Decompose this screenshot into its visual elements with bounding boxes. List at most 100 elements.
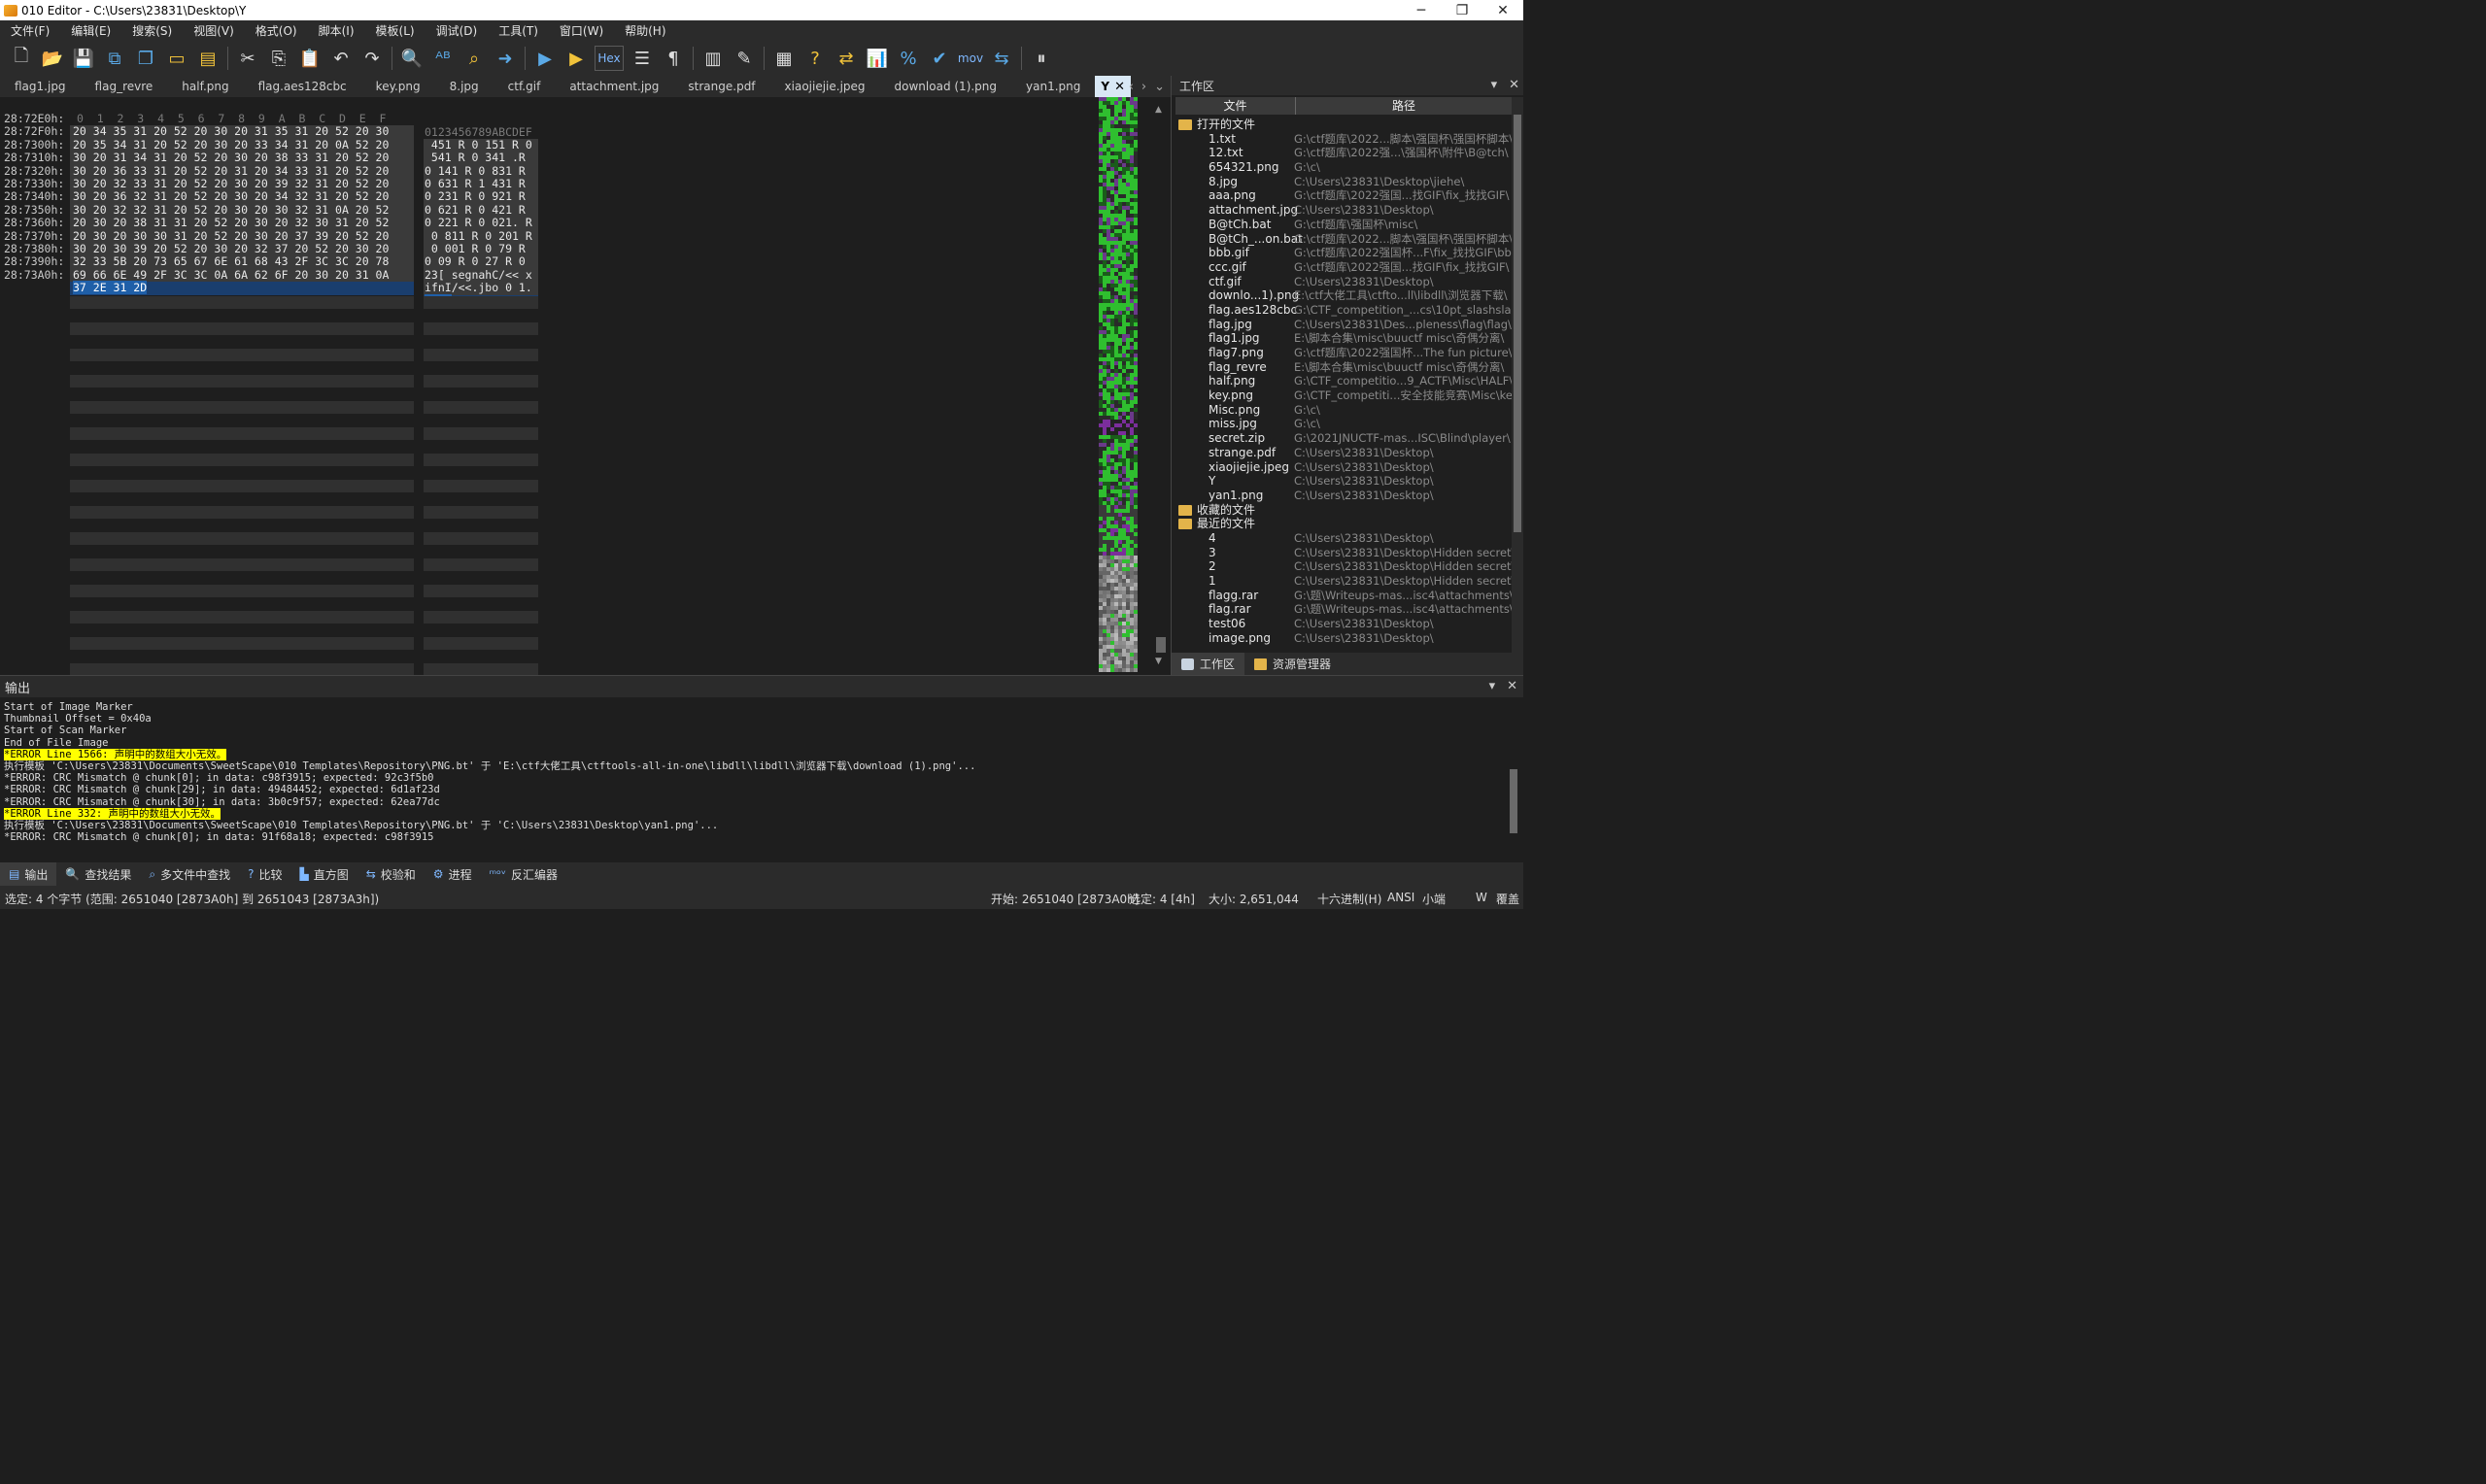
- hex-bytes[interactable]: 30 20 36 32 31 20 52 20 30 20 34 32 31 2…: [70, 189, 414, 204]
- status-write-mode[interactable]: W: [1476, 891, 1487, 904]
- close-tab-icon[interactable]: ✕: [1114, 80, 1125, 94]
- hex-row[interactable]: 28:72E0h: 20 34 35 31 20 52 20 30 20 31 …: [0, 112, 538, 152]
- bottom-tab-output[interactable]: ▤ 输出: [0, 862, 57, 886]
- scroll-thumb[interactable]: [1510, 769, 1517, 833]
- save-all-icon[interactable]: ❐: [130, 45, 161, 72]
- tab-key-png[interactable]: key.png: [361, 76, 435, 97]
- new-file-icon[interactable]: 🗋: [6, 45, 37, 72]
- output-dropdown-icon[interactable]: ▾: [1489, 679, 1496, 693]
- output-close-icon[interactable]: ✕: [1507, 679, 1517, 693]
- maximize-button[interactable]: ❐: [1442, 0, 1482, 20]
- ascii-text[interactable]: ifnI/<<.jbo 0 1.: [424, 281, 538, 295]
- hex-row[interactable]: 28:7350h: 20 30 20 38 31 31 20 52 20 30 …: [0, 203, 538, 244]
- pause-icon[interactable]: ⏸: [1026, 45, 1057, 72]
- workspace-file-item[interactable]: flag_revre E:\脚本合集\misc\buuctf misc\奇偶分离\: [1175, 360, 1512, 375]
- compare-icon[interactable]: ⇄: [831, 45, 862, 72]
- run-template-icon[interactable]: ▶: [561, 45, 592, 72]
- ascii-text[interactable]: 0 221 R 0 021. R: [424, 216, 538, 230]
- goto-icon[interactable]: ➜: [490, 45, 521, 72]
- workspace-file-item[interactable]: 654321.png G:\c\: [1175, 160, 1512, 175]
- tab-yan1-png[interactable]: yan1.png: [1011, 76, 1095, 97]
- output-scrollbar[interactable]: [1508, 699, 1519, 859]
- workspace-file-item[interactable]: flag.jpg C:\Users\23831\Des...pleness\fla…: [1175, 318, 1512, 332]
- bottom-tab-find-in-files[interactable]: ⌕ 多文件中查找: [140, 862, 239, 886]
- scroll-thumb[interactable]: [1156, 637, 1166, 653]
- ascii-text[interactable]: 0 001 R 0 79 R: [424, 242, 538, 256]
- menu-debug[interactable]: 调试(D): [431, 22, 478, 39]
- pilcrow-icon[interactable]: ¶: [658, 45, 689, 72]
- workspace-file-item[interactable]: aaa.png G:\ctf题库\2022强国...找GIF\fix_找找GIF\: [1175, 188, 1512, 203]
- workspace-file-item[interactable]: flag1.jpg E:\脚本合集\misc\buuctf misc\奇偶分离\: [1175, 331, 1512, 346]
- redo-icon[interactable]: ↷: [357, 45, 388, 72]
- hex-bytes[interactable]: 37 2E 31 2D: [70, 281, 414, 295]
- undo-icon[interactable]: ↶: [325, 45, 357, 72]
- replace-icon[interactable]: ᴬᴮ: [427, 45, 459, 72]
- hex-row[interactable]: 28:7390h: 69 66 6E 49 2F 3C 3C 0A 6A 62 …: [0, 254, 538, 295]
- ascii-text[interactable]: 0 811 R 0 201 R: [424, 229, 538, 244]
- status-encoding[interactable]: ANSI: [1387, 891, 1414, 904]
- workspace-file-item[interactable]: Y C:\Users\23831\Desktop\: [1175, 474, 1512, 489]
- workspace-file-item[interactable]: flag.aes128cbc G:\CTF_competition_...cs\1…: [1175, 303, 1512, 318]
- workspace-file-item[interactable]: flagg.rar G:\题\Writeups-mas...isc4\attach…: [1175, 589, 1512, 603]
- workspace-file-item[interactable]: ccc.gif G:\ctf题库\2022强国...找GIF\fix_找找GIF\: [1175, 260, 1512, 275]
- workspace-file-item[interactable]: ctf.gif C:\Users\23831\Desktop\: [1175, 275, 1512, 289]
- hex-bytes[interactable]: 20 30 20 30 30 31 20 52 20 30 20 37 39 2…: [70, 229, 414, 243]
- workspace-file-item[interactable]: xiaojiejie.jpeg C:\Users\23831\Desktop\: [1175, 460, 1512, 475]
- cut-icon[interactable]: ✂: [232, 45, 263, 72]
- bottom-tab-checksum[interactable]: ⇆ 校验和: [358, 862, 425, 886]
- selected-bytes[interactable]: 37 2E 31 2D: [73, 281, 148, 295]
- hex-row[interactable]: 28:72F0h: 20 35 34 31 20 52 20 30 20 33 …: [0, 124, 538, 165]
- hex-bytes[interactable]: 20 30 20 38 31 31 20 52 20 30 20 32 30 3…: [70, 216, 414, 230]
- inspector-icon[interactable]: ?: [800, 45, 831, 72]
- scroll-down-icon[interactable]: ▼: [1155, 657, 1162, 666]
- run-script-icon[interactable]: ▶: [529, 45, 561, 72]
- text-mode-icon[interactable]: ☰: [627, 45, 658, 72]
- bottom-tab-disassembler[interactable]: ᵐᵒᵛ 反汇编器: [481, 862, 566, 886]
- ascii-text[interactable]: 451 R 0 151 R 0: [424, 138, 538, 152]
- bottom-tab-process[interactable]: ⚙ 进程: [425, 862, 481, 886]
- menu-script[interactable]: 脚本(I): [314, 22, 355, 39]
- tab-xiaojiejie-jpeg[interactable]: xiaojiejie.jpeg: [770, 76, 880, 97]
- status-number-base[interactable]: 十六进制(H): [1317, 891, 1381, 907]
- save-icon[interactable]: 💾: [68, 45, 99, 72]
- workspace-file-item[interactable]: flag7.png G:\ctf题库\2022强国杯...The fun pict…: [1175, 346, 1512, 360]
- histogram-icon[interactable]: 📊: [862, 45, 893, 72]
- ascii-text[interactable]: 0 621 R 0 421 R: [424, 203, 538, 218]
- group-recent-files[interactable]: 最近的文件: [1175, 517, 1512, 531]
- percent-icon[interactable]: %: [893, 45, 924, 72]
- workspace-file-item[interactable]: test06 C:\Users\23831\Desktop\: [1175, 617, 1512, 631]
- ascii-text[interactable]: 0 631 R 1 431 R: [424, 177, 538, 191]
- workspace-file-item[interactable]: downlo...1).png E:\ctf大佬工具\ctfto...ll\lib…: [1175, 288, 1512, 303]
- workspace-file-item[interactable]: 12.txt G:\ctf题库\2022强...\强国杯\附件\B@tch\: [1175, 146, 1512, 160]
- workspace-file-item[interactable]: Misc.png G:\c\: [1175, 403, 1512, 418]
- open-dir-icon[interactable]: ▭: [161, 45, 192, 72]
- paste-icon[interactable]: 📋: [294, 45, 325, 72]
- workspace-file-item[interactable]: B@tCh_...on.bat G:\ctf题库\2022...脚本\强国杯\强国…: [1175, 232, 1512, 247]
- menu-search[interactable]: 搜索(S): [127, 22, 172, 39]
- hex-row[interactable]: 28:7300h: 30 20 31 34 31 20 52 20 30 20 …: [0, 138, 538, 179]
- menu-format[interactable]: 格式(O): [251, 22, 297, 39]
- workspace-file-item[interactable]: 3 C:\Users\23831\Desktop\Hidden secret\: [1175, 546, 1512, 560]
- hex-bytes[interactable]: 20 34 35 31 20 52 20 30 20 31 35 31 20 5…: [70, 124, 414, 139]
- menu-template[interactable]: 模板(L): [371, 22, 415, 39]
- menu-tools[interactable]: 工具(T): [494, 22, 538, 39]
- tab-flag-aes128cbc[interactable]: flag.aes128cbc: [244, 76, 361, 97]
- status-insert-mode[interactable]: 覆盖: [1496, 891, 1519, 907]
- tab-8-jpg[interactable]: 8.jpg: [435, 76, 494, 97]
- tab-strange-pdf[interactable]: strange.pdf: [673, 76, 769, 97]
- hex-bytes[interactable]: 30 20 32 33 31 20 52 20 30 20 39 32 31 2…: [70, 177, 414, 191]
- columns-icon[interactable]: ▥: [698, 45, 729, 72]
- workspace-file-item[interactable]: key.png G:\CTF_competiti...安全技能竞赛\Misc\ke…: [1175, 388, 1512, 403]
- ascii-text[interactable]: 0 141 R 0 831 R: [424, 164, 538, 179]
- status-endian[interactable]: 小端: [1422, 891, 1446, 907]
- close-window-button[interactable]: ✕: [1482, 0, 1523, 20]
- menu-view[interactable]: 视图(V): [188, 22, 234, 39]
- ascii-text[interactable]: 23[ segnahC/<< x: [424, 268, 538, 283]
- workspace-scrollbar[interactable]: [1512, 97, 1523, 653]
- workspace-file-item[interactable]: bbb.gif G:\ctf题库\2022强国杯...F\fix_找找GIF\bb…: [1175, 246, 1512, 260]
- hex-bytes[interactable]: 30 20 31 34 31 20 52 20 30 20 38 33 31 2…: [70, 151, 414, 165]
- find-icon[interactable]: 🔍: [396, 45, 427, 72]
- column-header-path[interactable]: 路径: [1296, 97, 1512, 115]
- scroll-thumb[interactable]: [1514, 115, 1521, 532]
- hex-bytes[interactable]: 30 20 36 33 31 20 52 20 31 20 34 33 31 2…: [70, 164, 414, 178]
